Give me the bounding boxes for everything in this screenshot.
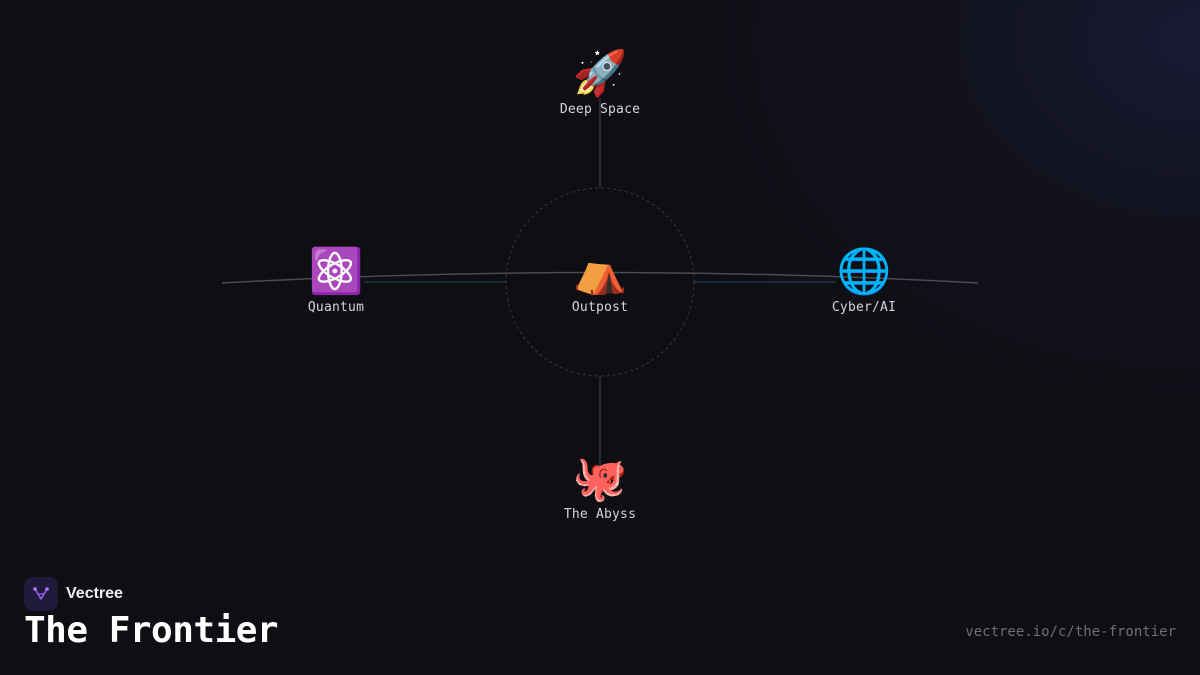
brand[interactable]: Vectree — [24, 577, 123, 611]
node-label: Cyber/AI — [831, 300, 897, 315]
vectree-branch-icon — [24, 577, 58, 611]
node-quantum[interactable]: ⚛️ Quantum — [256, 244, 416, 315]
node-label: Outpost — [571, 300, 629, 315]
page-url[interactable]: vectree.io/c/the-frontier — [965, 624, 1176, 640]
node-the-abyss[interactable]: 🐙 The Abyss — [520, 451, 680, 522]
octopus-icon: 🐙 — [572, 453, 628, 504]
rocket-icon: 🚀 — [572, 48, 628, 99]
tent-icon: ⛺ — [572, 246, 628, 297]
node-label: The Abyss — [563, 507, 637, 522]
node-label: Quantum — [307, 300, 365, 315]
node-outpost[interactable]: ⛺ Outpost — [520, 244, 680, 315]
node-label: Deep Space — [559, 102, 641, 117]
atom-icon: ⚛️ — [308, 246, 364, 297]
node-cyber-ai[interactable]: 🌐 Cyber/AI — [784, 244, 944, 315]
page-title: The Frontier — [24, 610, 279, 651]
node-deep-space[interactable]: 🚀 Deep Space — [520, 46, 680, 117]
frontier-map: 🚀 Deep Space ⚛️ Quantum ⛺ Outpost 🌐 Cybe… — [0, 0, 1200, 675]
brand-name: Vectree — [66, 585, 123, 602]
globe-icon: 🌐 — [836, 246, 892, 297]
